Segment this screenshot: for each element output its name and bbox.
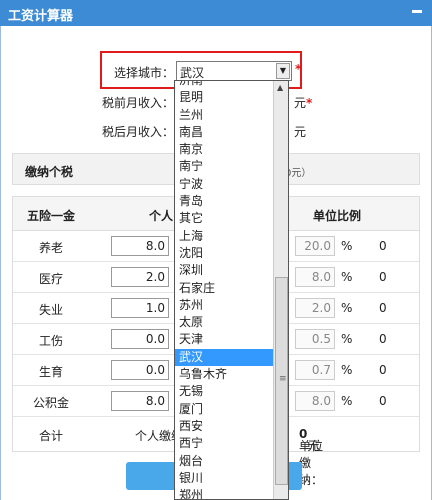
city-option[interactable]: 沈阳 xyxy=(175,245,273,262)
posttax-label: 税后月收入： xyxy=(102,125,175,139)
city-option[interactable]: 兰州 xyxy=(175,107,273,124)
city-option[interactable]: 石家庄 xyxy=(175,280,273,297)
city-option[interactable]: 烟台 xyxy=(175,453,273,470)
company-amount: 0 xyxy=(379,239,387,253)
col-insurance: 五险一金 xyxy=(27,209,76,223)
personal-rate-input[interactable]: 1.0 xyxy=(111,298,169,318)
city-option[interactable]: 昆明 xyxy=(175,89,273,106)
city-option[interactable]: 南宁 xyxy=(175,158,273,175)
company-pay-summary: 单位缴纳： 0 元 xyxy=(299,427,324,487)
window-title: 工资计算器 xyxy=(8,9,74,24)
city-option[interactable]: 南昌 xyxy=(175,124,273,141)
city-option[interactable]: 南京 xyxy=(175,141,273,158)
city-option[interactable]: 郑州 xyxy=(175,487,273,499)
grip-icon: ≡ xyxy=(279,374,287,384)
city-option[interactable]: 西安 xyxy=(175,418,273,435)
company-amount: 0 xyxy=(379,332,387,346)
pretax-label: 税前月收入： xyxy=(102,96,175,110)
company-rate-input[interactable]: 20.0 xyxy=(295,236,335,256)
company-amount: 0 xyxy=(379,270,387,284)
city-option[interactable]: 无锡 xyxy=(175,383,273,400)
company-rate-input[interactable]: 2.0 xyxy=(295,298,335,318)
city-select-value: 武汉 xyxy=(180,66,205,80)
company-rate-input[interactable]: 8.0 xyxy=(295,391,335,411)
personal-rate-input[interactable]: 0.0 xyxy=(111,329,169,349)
col-personal: 个人 xyxy=(149,209,174,223)
city-option[interactable]: 上海 xyxy=(175,228,273,245)
tax-section-title: 缴纳个税 xyxy=(25,165,74,179)
company-amount: 0 xyxy=(379,363,387,377)
city-option[interactable]: 银川 xyxy=(175,470,273,487)
required-mark: * xyxy=(295,62,302,76)
company-rate-input[interactable]: 0.5 xyxy=(295,329,335,349)
minimize-icon[interactable] xyxy=(412,10,422,13)
city-option[interactable]: 厦门 xyxy=(175,401,273,418)
total-label: 合计 xyxy=(39,429,64,443)
company-rate-input[interactable]: 0.7 xyxy=(295,360,335,380)
city-option[interactable]: 天津 xyxy=(175,331,273,348)
city-option[interactable]: 西宁 xyxy=(175,435,273,452)
city-option[interactable]: 深圳 xyxy=(175,262,273,279)
col-company: 单位比例 xyxy=(313,209,362,223)
city-label: 选择城市： xyxy=(114,66,175,80)
personal-rate-input[interactable]: 2.0 xyxy=(111,267,169,287)
city-option[interactable]: 青岛 xyxy=(175,193,273,210)
city-option[interactable]: 苏州 xyxy=(175,297,273,314)
company-rate-input[interactable]: 8.0 xyxy=(295,267,335,287)
pretax-unit: 元* xyxy=(294,96,313,110)
chevron-down-icon[interactable]: ▼ xyxy=(276,63,290,79)
city-option[interactable]: 济南 xyxy=(175,81,273,89)
personal-rate-input[interactable]: 0.0 xyxy=(111,360,169,380)
company-amount: 0 xyxy=(379,394,387,408)
posttax-unit: 元 xyxy=(294,125,307,139)
company-amount: 0 xyxy=(379,301,387,315)
city-option[interactable]: 武汉 xyxy=(175,348,273,367)
city-option[interactable]: 乌鲁木齐 xyxy=(175,366,273,383)
city-dropdown-list[interactable]: 济南 昆明 兰州 南昌 南京 南宁 宁波 青岛 其它 上海 沈阳 深圳 石家庄 苏州 太原 天津 武汉 乌鲁木齐无… xyxy=(174,80,289,500)
personal-rate-input[interactable]: 8.0 xyxy=(111,236,169,256)
city-options: 济南 昆明 兰州 南昌 南京 南宁 宁波 青岛 其它 上海 沈阳 深圳 石家庄 苏州 太原 天津 武汉 乌鲁木齐无… xyxy=(175,81,273,499)
city-option[interactable]: 其它 xyxy=(175,210,273,227)
scrollbar-thumb[interactable]: ≡ xyxy=(275,277,288,485)
city-option[interactable]: 宁波 xyxy=(175,176,273,193)
title-bar: 工资计算器 xyxy=(0,0,432,26)
personal-rate-input[interactable]: 8.0 xyxy=(111,391,169,411)
city-option[interactable]: 太原 xyxy=(175,314,273,331)
dropdown-scrollbar[interactable]: ▲ ≡ xyxy=(273,81,288,499)
city-select[interactable]: 武汉 ▼ xyxy=(176,61,292,81)
scroll-up-icon[interactable]: ▲ xyxy=(277,83,283,92)
